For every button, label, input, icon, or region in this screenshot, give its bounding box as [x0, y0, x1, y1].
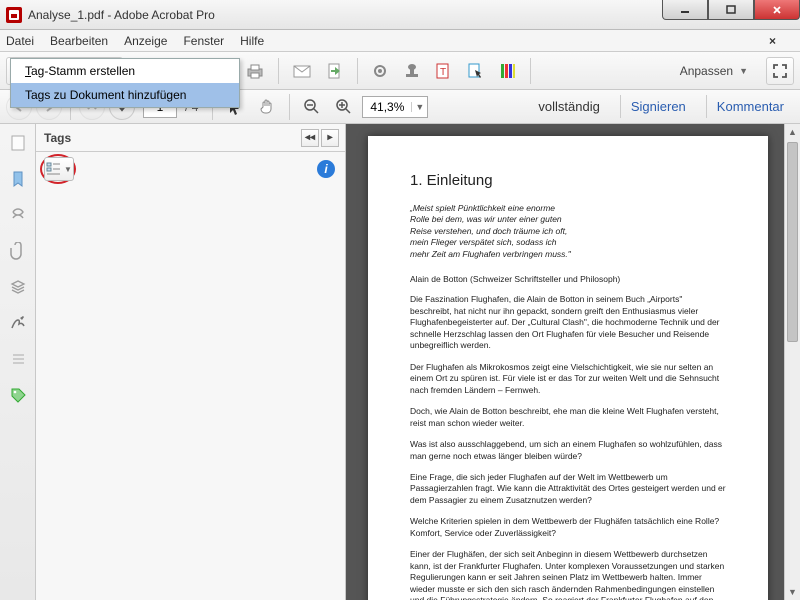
doc-paragraph: Einer der Flughäfen, der sich seit Anbeg…: [410, 549, 726, 600]
thumbnails-icon[interactable]: [7, 132, 29, 154]
scroll-thumb[interactable]: [787, 142, 798, 342]
signatures-icon[interactable]: [7, 312, 29, 334]
minimize-button[interactable]: [662, 0, 708, 20]
panel-toolbar: ▼ i: [36, 152, 345, 186]
info-icon[interactable]: i: [317, 160, 335, 178]
vertical-scrollbar[interactable]: ▲ ▼: [784, 124, 800, 600]
doc-paragraph: Der Flughafen als Mikrokosmos zeigt eine…: [410, 362, 726, 396]
panel-options-button[interactable]: ▼: [44, 157, 74, 181]
navigation-pane-strip: [0, 124, 36, 600]
window-title: Analyse_1.pdf - Adobe Acrobat Pro: [28, 8, 215, 22]
hand-tool-button[interactable]: [253, 93, 281, 121]
separator: [289, 94, 290, 120]
dropdown-icon: ▼: [739, 66, 748, 76]
comment-button[interactable]: Kommentar: [706, 95, 794, 118]
window-controls: [662, 0, 800, 20]
panel-nav: ◂◂ ▸: [301, 129, 339, 147]
menu-window[interactable]: Fenster: [183, 34, 224, 48]
zoom-level[interactable]: ▼: [362, 96, 428, 118]
attachments-icon[interactable]: [7, 240, 29, 262]
zoom-dropdown-icon[interactable]: ▼: [411, 102, 427, 112]
main-area: Tags ◂◂ ▸ ▼ i Tag-Stamm erstellen Tags z…: [0, 124, 800, 600]
doc-paragraph: Welche Kriterien spielen in dem Wettbewe…: [410, 516, 726, 539]
zoom-out-button[interactable]: [298, 93, 326, 121]
document-close-icon[interactable]: ×: [769, 34, 776, 48]
panel-next-button[interactable]: ▸: [321, 129, 339, 147]
sign-button[interactable]: Signieren: [620, 95, 696, 118]
menubar: Datei Bearbeiten Anzeige Fenster Hilfe ×: [0, 30, 800, 52]
doc-heading: 1. Einleitung: [410, 172, 726, 189]
tags-icon[interactable]: [7, 384, 29, 406]
menu-item-add-tags-to-document[interactable]: Tags zu Dokument hinzufügen: [11, 83, 239, 107]
bookmarks-icon[interactable]: [7, 168, 29, 190]
separator: [278, 58, 279, 84]
right-action-bar: vollständig Signieren Kommentar: [528, 95, 794, 118]
separator: [530, 58, 531, 84]
options-dropdown: Tag-Stamm erstellen Tags zu Dokument hin…: [10, 58, 240, 108]
menu-help[interactable]: Hilfe: [240, 34, 264, 48]
cursor-page-icon: [467, 62, 485, 80]
print-button[interactable]: [240, 57, 270, 85]
hand-icon: [258, 98, 276, 116]
menu-view[interactable]: Anzeige: [124, 34, 167, 48]
color-bars-icon: [499, 62, 517, 80]
share-button[interactable]: [321, 57, 349, 85]
menu-edit[interactable]: Bearbeiten: [50, 34, 108, 48]
expand-icon: [772, 63, 788, 79]
envelope-icon: [292, 63, 312, 79]
tags-panel: Tags ◂◂ ▸ ▼ i Tag-Stamm erstellen Tags z…: [36, 124, 346, 600]
order-icon[interactable]: [7, 348, 29, 370]
pdf-page: 1. Einleitung „Meist spielt Pünktlichkei…: [368, 136, 768, 600]
zoom-in-button[interactable]: [330, 93, 358, 121]
layers-icon[interactable]: [7, 276, 29, 298]
maximize-button[interactable]: [708, 0, 754, 20]
stamp-icon: [403, 62, 421, 80]
printer-icon: [245, 62, 265, 80]
panel-title: Tags: [44, 131, 71, 145]
dropdown-icon: ▼: [64, 165, 72, 174]
fullscreen-button[interactable]: [766, 57, 794, 85]
customize-menu[interactable]: Anpassen ▼: [672, 64, 756, 78]
doc-attribution: Alain de Botton (Schweizer Schriftstelle…: [410, 274, 726, 284]
scroll-down-icon[interactable]: ▼: [785, 584, 800, 600]
select-button[interactable]: [462, 57, 490, 85]
color-button[interactable]: [494, 57, 522, 85]
scroll-up-icon[interactable]: ▲: [785, 124, 800, 140]
panel-header: Tags ◂◂ ▸: [36, 124, 345, 152]
menu-file[interactable]: Datei: [6, 34, 34, 48]
zoom-minus-icon: [303, 98, 321, 116]
content-icon[interactable]: [7, 204, 29, 226]
app-icon: [6, 7, 22, 23]
page-share-icon: [326, 62, 344, 80]
edit-text-icon: T: [435, 62, 453, 80]
close-button[interactable]: [754, 0, 800, 20]
separator: [357, 58, 358, 84]
customize-label: Anpassen: [680, 64, 733, 78]
doc-paragraph: Was ist also ausschlaggebend, um sich an…: [410, 439, 726, 462]
stamp-button[interactable]: [398, 57, 426, 85]
doc-paragraph: Die Faszination Flughafen, die Alain de …: [410, 294, 726, 351]
doc-quote: „Meist spielt Pünktlichkeit eine enorme …: [410, 203, 726, 260]
svg-text:T: T: [440, 67, 446, 78]
options-list-icon: [46, 162, 62, 176]
doc-paragraph: Eine Frage, die sich jeder Flughafen auf…: [410, 472, 726, 506]
menu-item-create-tag-root[interactable]: Tag-Stamm erstellen: [11, 59, 239, 83]
gear-icon: [371, 62, 389, 80]
panel-prev-button[interactable]: ◂◂: [301, 129, 319, 147]
email-button[interactable]: [287, 57, 317, 85]
window-titlebar: Analyse_1.pdf - Adobe Acrobat Pro: [0, 0, 800, 30]
doc-paragraph: Doch, wie Alain de Botton beschreibt, eh…: [410, 406, 726, 429]
document-viewport[interactable]: 1. Einleitung „Meist spielt Pünktlichkei…: [346, 124, 800, 600]
zoom-plus-icon: [335, 98, 353, 116]
zoom-input[interactable]: [363, 100, 411, 114]
tools-full-button[interactable]: vollständig: [528, 95, 609, 118]
edit-text-button[interactable]: T: [430, 57, 458, 85]
settings-button[interactable]: [366, 57, 394, 85]
